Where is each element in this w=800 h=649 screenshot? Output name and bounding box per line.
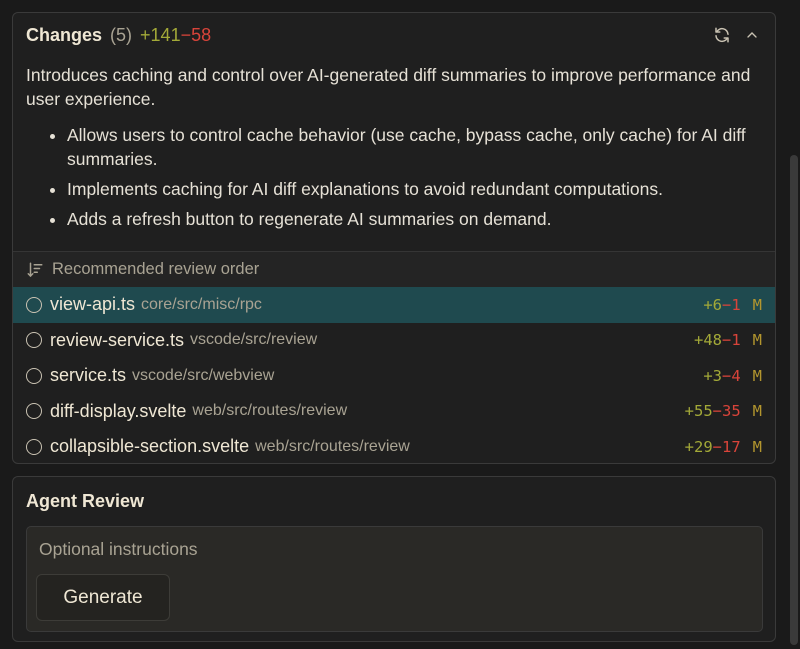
file-path: web/src/routes/review [192,402,348,420]
file-row[interactable]: collapsible-section.svelte web/src/route… [13,429,775,463]
file-path: core/src/misc/rpc [141,295,262,313]
bullet-item: Implements caching for AI diff explanati… [67,177,775,201]
changes-title: Changes [26,24,103,45]
refresh-icon[interactable] [712,25,732,45]
file-status: M [752,331,762,350]
status-circle-icon [26,403,42,420]
file-row[interactable]: service.ts vscode/src/webview +3−4 M [13,358,775,394]
file-status: M [752,295,762,314]
changes-panel: Changes (5) +141 −58 Introduces caching … [12,12,776,464]
instructions-input[interactable]: Optional instructions [39,539,198,560]
file-additions: +55 [684,402,713,421]
sort-descending-icon [27,262,43,277]
file-additions: +3 [703,366,722,385]
file-name: review-service.ts [50,329,185,350]
file-row[interactable]: view-api.ts core/src/misc/rpc +6−1 M [13,287,775,323]
status-circle-icon [26,296,42,313]
file-status: M [752,437,762,456]
changes-bullet-list: Allows users to control cache behavior (… [13,123,775,231]
agent-review-title: Agent Review [26,491,145,511]
file-deletions: −1 [721,331,741,350]
changes-deletions: −58 [180,24,212,45]
file-deletions: −17 [712,437,741,456]
chevron-up-icon[interactable] [742,25,762,45]
file-deletions: −1 [721,295,741,314]
file-status: M [752,402,762,421]
bullet-item: Adds a refresh button to regenerate AI s… [67,207,775,231]
review-order-header: Recommended review order [13,252,775,287]
status-circle-icon [26,438,42,455]
file-deletions: −35 [712,402,741,421]
changes-additions: +141 [140,24,181,45]
instructions-box[interactable]: Optional instructions Generate [26,526,763,632]
changes-count: (5) [110,24,133,45]
generate-button[interactable]: Generate [36,574,170,621]
file-additions: +48 [693,331,722,350]
file-additions: +6 [703,295,722,314]
file-name: collapsible-section.svelte [50,436,250,457]
file-status: M [752,366,762,385]
file-name: diff-display.svelte [50,400,187,421]
bullet-item: Allows users to control cache behavior (… [67,123,775,171]
file-additions: +29 [684,437,713,456]
changes-header[interactable]: Changes (5) +141 −58 [13,13,775,57]
changes-description: Introduces caching and control over AI-g… [26,65,751,109]
review-order-label: Recommended review order [52,260,260,278]
file-path: vscode/src/review [190,331,318,349]
file-name: view-api.ts [50,294,136,315]
status-circle-icon [26,332,42,349]
file-path: web/src/routes/review [255,437,410,455]
review-order-section: Recommended review order view-api.ts cor… [13,251,775,463]
file-deletions: −4 [721,366,741,385]
file-row[interactable]: diff-display.svelte web/src/routes/revie… [13,394,775,430]
file-row[interactable]: review-service.ts vscode/src/review +48−… [13,323,775,359]
agent-review-panel: Agent Review Optional instructions Gener… [12,476,776,642]
file-name: service.ts [50,365,127,386]
file-path: vscode/src/webview [132,366,275,384]
status-circle-icon [26,367,42,384]
scrollbar[interactable] [790,155,798,645]
